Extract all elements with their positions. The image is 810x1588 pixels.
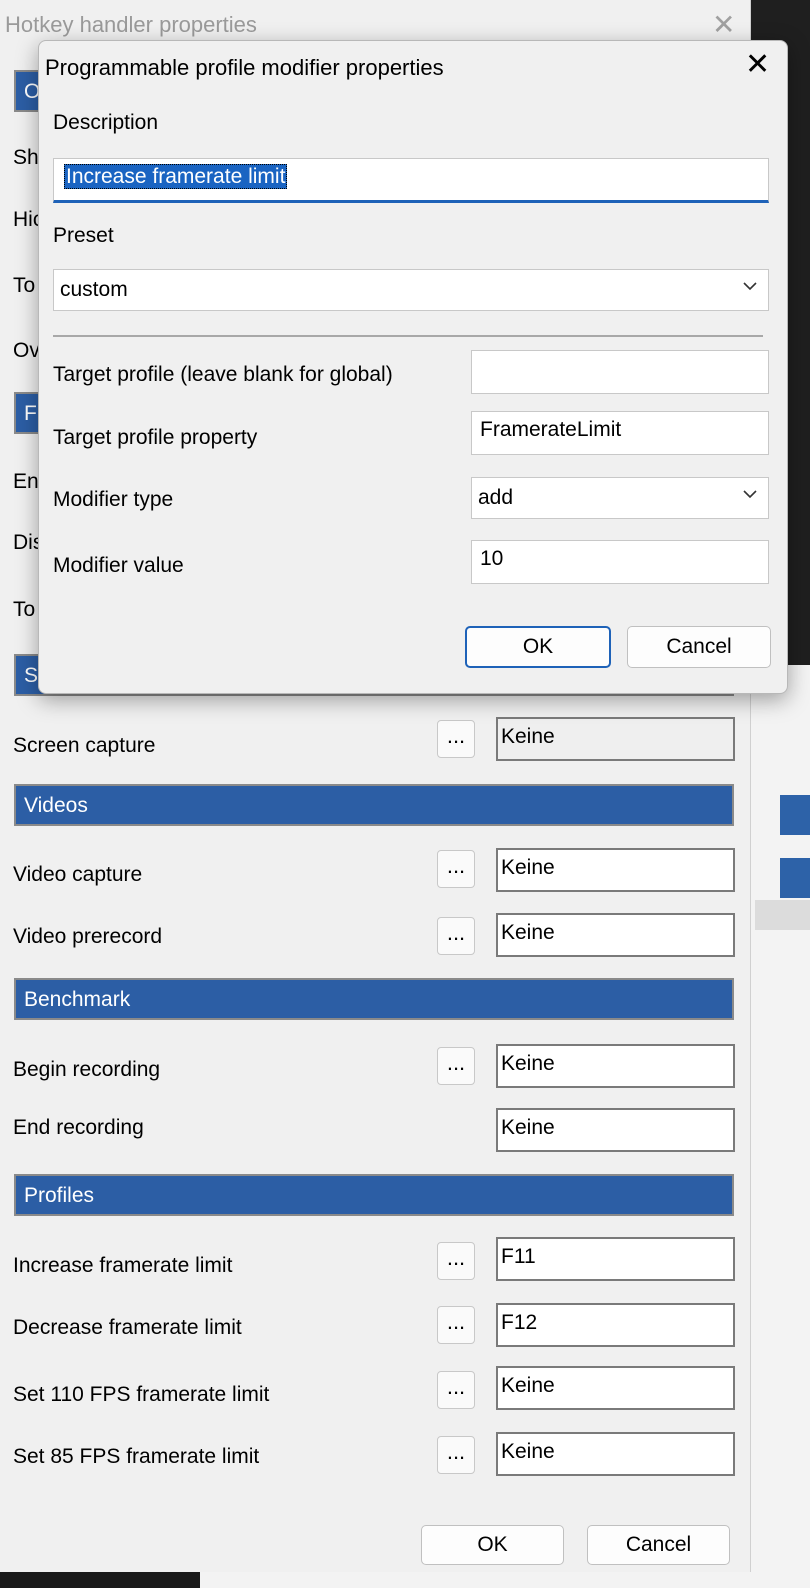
preset-select[interactable]: custom: [53, 269, 769, 311]
row-label: End recording: [13, 1116, 144, 1139]
chevron-down-icon: [743, 490, 757, 499]
row-label: Set 85 FPS framerate limit: [13, 1445, 260, 1468]
hotkey-field[interactable]: Keine: [496, 848, 735, 892]
background-app-bottom-panel: [200, 1572, 810, 1588]
hotkey-field[interactable]: Keine: [496, 1432, 735, 1476]
modifier-type-select[interactable]: add: [471, 477, 769, 519]
description-label: Description: [53, 111, 159, 134]
clipped-label: To: [13, 274, 36, 297]
row-label: Video capture: [13, 863, 143, 886]
preset-value: custom: [60, 278, 128, 301]
profile-modifier-dialog: Programmable profile modifier properties…: [38, 40, 788, 694]
preset-label: Preset: [53, 224, 114, 247]
target-property-label: Target profile property: [53, 426, 258, 449]
target-profile-input[interactable]: [471, 350, 769, 394]
browse-button[interactable]: ...: [437, 1371, 475, 1409]
row-label: Screen capture: [13, 734, 156, 757]
modifier-value-input[interactable]: 10: [471, 540, 769, 584]
background-app-selected-row: [780, 795, 810, 835]
section-header-videos: Videos: [14, 784, 734, 826]
browse-button[interactable]: ...: [437, 917, 475, 955]
description-input[interactable]: Increase framerate limit: [53, 158, 769, 203]
background-app-row: [755, 900, 810, 930]
browse-button[interactable]: ...: [437, 720, 475, 758]
modifier-value-label: Modifier value: [53, 554, 184, 577]
hotkey-field[interactable]: Keine: [496, 1366, 735, 1410]
target-profile-label: Target profile (leave blank for global): [53, 363, 393, 386]
clipped-label: Ov: [13, 339, 40, 362]
window-title: Hotkey handler properties: [5, 12, 257, 37]
hotkey-field[interactable]: Keine: [496, 913, 735, 957]
browse-button[interactable]: ...: [437, 1436, 475, 1474]
row-label: Video prerecord: [13, 925, 163, 948]
close-icon[interactable]: ✕: [745, 47, 770, 82]
row-label: Increase framerate limit: [13, 1254, 233, 1277]
close-icon[interactable]: ✕: [712, 8, 735, 41]
clipped-label: Sh: [13, 146, 39, 169]
browse-button[interactable]: ...: [437, 1306, 475, 1344]
clipped-label: En: [13, 470, 39, 493]
hotkey-field[interactable]: F12: [496, 1303, 735, 1347]
hotkey-field[interactable]: Keine: [496, 1044, 735, 1088]
row-label: Set 110 FPS framerate limit: [13, 1383, 270, 1406]
section-header-benchmark: Benchmark: [14, 978, 734, 1020]
separator: [53, 335, 763, 337]
ok-button[interactable]: OK: [465, 626, 611, 668]
browse-button[interactable]: ...: [437, 850, 475, 888]
section-header-profiles: Profiles: [14, 1174, 734, 1216]
target-property-input[interactable]: FramerateLimit: [471, 411, 769, 455]
browse-button[interactable]: ...: [437, 1242, 475, 1280]
hotkey-field[interactable]: F11: [496, 1237, 735, 1281]
chevron-down-icon: [743, 282, 757, 291]
browse-button[interactable]: ...: [437, 1047, 475, 1085]
row-label: Decrease framerate limit: [13, 1316, 242, 1339]
hotkey-field[interactable]: Keine: [496, 717, 735, 761]
background-app-selected-row: [780, 858, 810, 898]
clipped-label: To: [13, 598, 36, 621]
modifier-type-value: add: [478, 486, 514, 509]
ok-button[interactable]: OK: [421, 1525, 564, 1565]
cancel-button[interactable]: Cancel: [627, 626, 771, 668]
dialog-title: Programmable profile modifier properties: [45, 55, 444, 80]
row-label: Begin recording: [13, 1058, 161, 1081]
hotkey-field[interactable]: Keine: [496, 1108, 735, 1152]
selected-text: Increase framerate limit: [64, 164, 288, 189]
cancel-button[interactable]: Cancel: [587, 1525, 730, 1565]
modifier-type-label: Modifier type: [53, 488, 174, 511]
